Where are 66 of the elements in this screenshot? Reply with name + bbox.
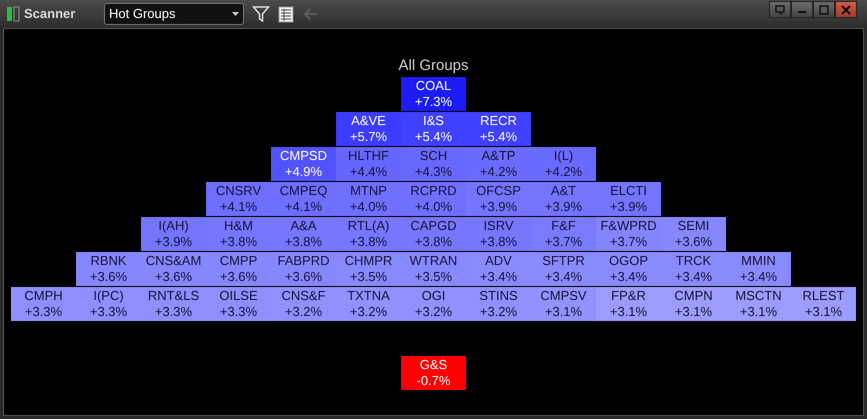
- group-tile[interactable]: CMPN +3.1%: [661, 287, 726, 321]
- group-tile[interactable]: CNS&AM +3.6%: [141, 252, 206, 286]
- heading: All Groups: [398, 56, 469, 76]
- group-tile[interactable]: SFTPR +3.4%: [531, 252, 596, 286]
- maximize-icon: [819, 4, 829, 14]
- group-tile[interactable]: CMPSV +3.1%: [531, 287, 596, 321]
- group-tile[interactable]: I(PC) +3.3%: [76, 287, 141, 321]
- group-tile[interactable]: G&S -0.7%: [401, 356, 466, 390]
- group-tile[interactable]: CAPGD +3.8%: [401, 217, 466, 251]
- scanner-icon: [6, 5, 20, 23]
- group-tile[interactable]: OGI +3.2%: [401, 287, 466, 321]
- close-icon: [841, 4, 851, 14]
- group-tile[interactable]: ISRV +3.8%: [466, 217, 531, 251]
- group-tile[interactable]: TRCK +3.4%: [661, 252, 726, 286]
- group-tile[interactable]: TXTNA +3.2%: [336, 287, 401, 321]
- group-tile[interactable]: CMPH +3.3%: [11, 287, 76, 321]
- group-tile[interactable]: RTL(A) +3.8%: [336, 217, 401, 251]
- group-tile[interactable]: OFCSP +3.9%: [466, 182, 531, 216]
- group-tile[interactable]: RCPRD +4.0%: [401, 182, 466, 216]
- group-tile[interactable]: MTNP +4.0%: [336, 182, 401, 216]
- group-tile[interactable]: MSCTN +3.1%: [726, 287, 791, 321]
- group-tile[interactable]: A&TP +4.2%: [466, 147, 531, 181]
- group-tile[interactable]: RBNK +3.6%: [76, 252, 141, 286]
- group-tile[interactable]: A&A +3.8%: [271, 217, 336, 251]
- group-tile[interactable]: FP&R +3.1%: [596, 287, 661, 321]
- filter-icon[interactable]: [252, 5, 270, 23]
- group-tile[interactable]: STINS +3.2%: [466, 287, 531, 321]
- group-tile[interactable]: CHMPR +3.5%: [336, 252, 401, 286]
- group-tile[interactable]: RECR +5.4%: [466, 112, 531, 146]
- group-tile[interactable]: CMPSD +4.9%: [271, 147, 336, 181]
- restore-button[interactable]: [769, 1, 791, 18]
- view-dropdown[interactable]: Hot Groups: [104, 3, 244, 25]
- group-tile[interactable]: OGOP +3.4%: [596, 252, 661, 286]
- group-tile[interactable]: CNS&F +3.2%: [271, 287, 336, 321]
- back-arrow-icon[interactable]: [302, 7, 318, 21]
- group-tile[interactable]: F&WPRD +3.7%: [596, 217, 661, 251]
- restore-icon: [775, 4, 785, 14]
- group-tile[interactable]: HLTHF +4.4%: [336, 147, 401, 181]
- group-tile[interactable]: MMIN +3.4%: [726, 252, 791, 286]
- group-tile[interactable]: RLEST +3.1%: [791, 287, 856, 321]
- group-tile[interactable]: A&T +3.9%: [531, 182, 596, 216]
- group-tile[interactable]: ADV +3.4%: [466, 252, 531, 286]
- caret-icon: [232, 12, 239, 16]
- group-tile[interactable]: I(AH) +3.9%: [141, 217, 206, 251]
- group-tile[interactable]: CNSRV +4.1%: [206, 182, 271, 216]
- window-title: Scanner: [24, 5, 76, 24]
- maximize-button[interactable]: [813, 1, 835, 18]
- group-tile[interactable]: A&VE +5.7%: [336, 112, 401, 146]
- group-tile[interactable]: WTRAN +3.5%: [401, 252, 466, 286]
- minimize-icon: [798, 11, 806, 13]
- table-icon[interactable]: [278, 6, 294, 22]
- group-tile[interactable]: CMPEQ +4.1%: [271, 182, 336, 216]
- group-tile[interactable]: H&M +3.8%: [206, 217, 271, 251]
- group-tile[interactable]: SCH +4.3%: [401, 147, 466, 181]
- group-tile[interactable]: SEMI +3.6%: [661, 217, 726, 251]
- group-tile[interactable]: I(L) +4.2%: [531, 147, 596, 181]
- group-tile[interactable]: I&S +5.4%: [401, 112, 466, 146]
- minimize-button[interactable]: [791, 1, 813, 18]
- group-tile[interactable]: F&F +3.7%: [531, 217, 596, 251]
- group-tile[interactable]: CMPP +3.6%: [206, 252, 271, 286]
- group-tile[interactable]: OILSE +3.3%: [206, 287, 271, 321]
- group-tile[interactable]: FABPRD +3.6%: [271, 252, 336, 286]
- group-tile[interactable]: ELCTI +3.9%: [596, 182, 661, 216]
- group-tile[interactable]: RNT&LS +3.3%: [141, 287, 206, 321]
- close-button[interactable]: [835, 1, 857, 18]
- group-tile[interactable]: COAL +7.3%: [401, 77, 466, 111]
